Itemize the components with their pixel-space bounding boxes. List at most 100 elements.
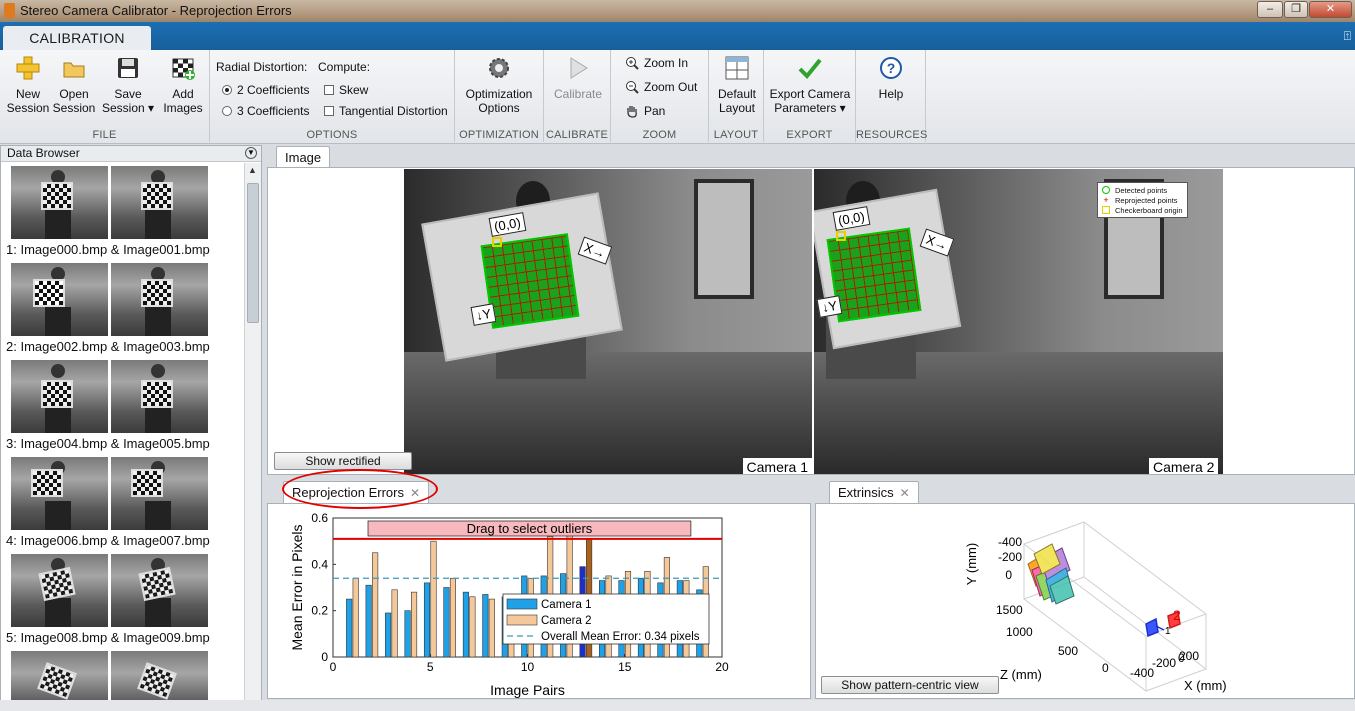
default-layout-label-1: Default: [717, 87, 757, 101]
y-axis-annotation: ↓Y: [816, 295, 843, 318]
tab-calibration[interactable]: CALIBRATION: [3, 26, 151, 50]
export-label-2: Parameters ▾: [774, 101, 846, 115]
close-tab-icon[interactable]: ✕: [900, 486, 910, 500]
zoom-in-label: Zoom In: [644, 56, 689, 70]
camera2-plot-label: 2: [1173, 607, 1181, 623]
save-session-label-1: Save: [114, 87, 142, 101]
reprojection-error-chart[interactable]: Drag to select outliers 0 5 10 15 20 0 0.2 0.4 0.…: [268, 504, 810, 698]
x-tick-label: 0: [330, 660, 337, 674]
new-session-button[interactable]: New Session: [6, 55, 50, 115]
thumbnail-right: [111, 457, 208, 530]
zoom-out-button[interactable]: Zoom Out: [625, 80, 697, 94]
bar-camera2: [449, 577, 456, 658]
three-coefficients-radio[interactable]: 3 Coefficients: [222, 104, 310, 118]
camera2-label: Camera 2: [1149, 458, 1219, 474]
folder-icon: [61, 55, 87, 81]
skew-checkbox[interactable]: Skew: [324, 83, 368, 97]
open-session-label-1: Open: [59, 87, 89, 101]
export-camera-parameters-button[interactable]: Export Camera Parameters ▾: [768, 55, 852, 115]
list-item[interactable]: 2: Image002.bmp & Image003.bmp: [1, 260, 244, 357]
tab-image[interactable]: Image: [276, 146, 331, 168]
zoom-out-label: Zoom Out: [644, 80, 698, 94]
list-item[interactable]: 5: Image008.bmp & Image009.bmp: [1, 551, 244, 648]
legend-swatch: [506, 614, 538, 626]
play-icon: [565, 55, 591, 81]
pan-button[interactable]: Pan: [625, 104, 665, 118]
data-browser-title: Data Browser: [7, 146, 80, 160]
tab-extrinsics[interactable]: Extrinsics ✕: [829, 481, 919, 503]
scrollbar-thumb[interactable]: [247, 183, 259, 323]
y-tick-label: 0.6: [311, 511, 328, 525]
calibrate-button[interactable]: Calibrate: [548, 55, 608, 101]
extrinsics-panel: 1 2 Y (mm) -400 -200 0 1500 1000 500 0 Z…: [815, 503, 1355, 699]
add-images-button[interactable]: Add Images: [160, 55, 206, 115]
save-session-label-2: Session ▾: [101, 101, 155, 115]
bar-camera1: [443, 587, 450, 658]
bar-camera1: [423, 582, 431, 658]
section-label-optimization: OPTIMIZATION: [459, 129, 539, 141]
thumbnail-right: [111, 166, 208, 239]
toolstrip: New Session Open Session Save Session ▾ …: [0, 50, 1355, 144]
list-item-label: 3: Image004.bmp & Image005.bmp: [6, 436, 210, 451]
image-pair-list[interactable]: 1: Image000.bmp & Image001.bmp 2: Image0…: [1, 163, 244, 711]
data-browser-header: Data Browser ▼: [1, 146, 261, 162]
bar-camera1: [346, 598, 353, 658]
optimization-options-button[interactable]: Optimization Options: [459, 55, 539, 115]
drag-select-label: Drag to select outliers: [467, 521, 593, 536]
help-button[interactable]: ? Help: [862, 55, 920, 101]
collapse-ribbon-icon[interactable]: ⍐: [1344, 29, 1351, 44]
x-tick-label: 10: [521, 660, 535, 674]
export-label-1: Export Camera: [769, 87, 851, 101]
z-tick: 1500: [996, 603, 1023, 617]
data-browser-scrollbar[interactable]: ▲ ▼: [244, 163, 261, 711]
minimize-button[interactable]: –: [1257, 1, 1283, 18]
bar-camera2: [430, 540, 437, 658]
skew-label: Skew: [339, 83, 369, 97]
two-coefficients-radio[interactable]: 2 Coefficients: [222, 83, 310, 97]
show-pattern-centric-view-button[interactable]: Show pattern-centric view: [821, 676, 999, 694]
list-item-label: 1: Image000.bmp & Image001.bmp: [6, 242, 210, 257]
open-session-button[interactable]: Open Session: [52, 55, 96, 115]
list-item[interactable]: 3: Image004.bmp & Image005.bmp: [1, 357, 244, 454]
thumbnail-left: [11, 457, 108, 530]
bar-camera1: [482, 594, 489, 658]
section-label-zoom: ZOOM: [642, 129, 677, 141]
camera2-image: (0,0) X→ ↓Y Detected points + Reprojected…: [814, 169, 1223, 474]
new-session-icon: [15, 55, 41, 81]
y-tick-label: 0: [321, 650, 328, 664]
close-button[interactable]: ✕: [1309, 1, 1352, 18]
scroll-up-icon[interactable]: ▲: [248, 165, 257, 175]
y-tick-label: 0.4: [311, 557, 328, 571]
save-session-button[interactable]: Save Session ▾: [100, 55, 156, 115]
list-item[interactable]: 4: Image006.bmp & Image007.bmp: [1, 454, 244, 551]
maximize-button[interactable]: ❐: [1284, 1, 1308, 18]
thumbnail-left: [11, 554, 108, 627]
y-tick: 0: [1005, 568, 1012, 582]
list-item-label: 5: Image008.bmp & Image009.bmp: [6, 630, 210, 645]
z-tick: 0: [1102, 661, 1109, 675]
bar-camera1: [365, 584, 372, 658]
zoom-in-button[interactable]: Zoom In: [625, 56, 688, 70]
y-axis-label: Y (mm): [964, 543, 979, 585]
x-tick-label: 5: [427, 660, 434, 674]
list-item[interactable]: 1: Image000.bmp & Image001.bmp: [1, 163, 244, 260]
z-tick: 500: [1058, 644, 1078, 658]
optimization-label-1: Optimization: [465, 87, 533, 101]
section-label-calibrate: CALIBRATE: [545, 129, 609, 141]
panel-menu-icon[interactable]: ▼: [245, 147, 257, 159]
extrinsics-3d-plot[interactable]: 1 2 Y (mm) -400 -200 0 1500 1000 500 0 Z…: [816, 504, 1354, 698]
image-panel: (0,0) X→ ↓Y Camera 1 (0,0) X→ ↓Y Detecte…: [267, 167, 1355, 475]
legend-series-label: Camera 1: [541, 599, 592, 611]
show-rectified-button[interactable]: Show rectified: [274, 452, 412, 470]
x-axis-label: X (mm): [1184, 678, 1227, 693]
tangential-distortion-checkbox[interactable]: Tangential Distortion: [324, 104, 448, 118]
bar-camera1: [385, 612, 392, 658]
open-session-label-2: Session: [52, 101, 96, 115]
tab-extrinsics-label: Extrinsics: [838, 485, 894, 500]
add-images-label-2: Images: [163, 101, 203, 115]
thumbnail-right: [111, 263, 208, 336]
default-layout-button[interactable]: Default Layout: [713, 55, 761, 115]
camera1-image: (0,0) X→ ↓Y Camera 1: [404, 169, 812, 474]
section-options: Radial Distortion: Compute: 2 Coefficien…: [210, 50, 455, 142]
list-item-label: 2: Image002.bmp & Image003.bmp: [6, 339, 210, 354]
